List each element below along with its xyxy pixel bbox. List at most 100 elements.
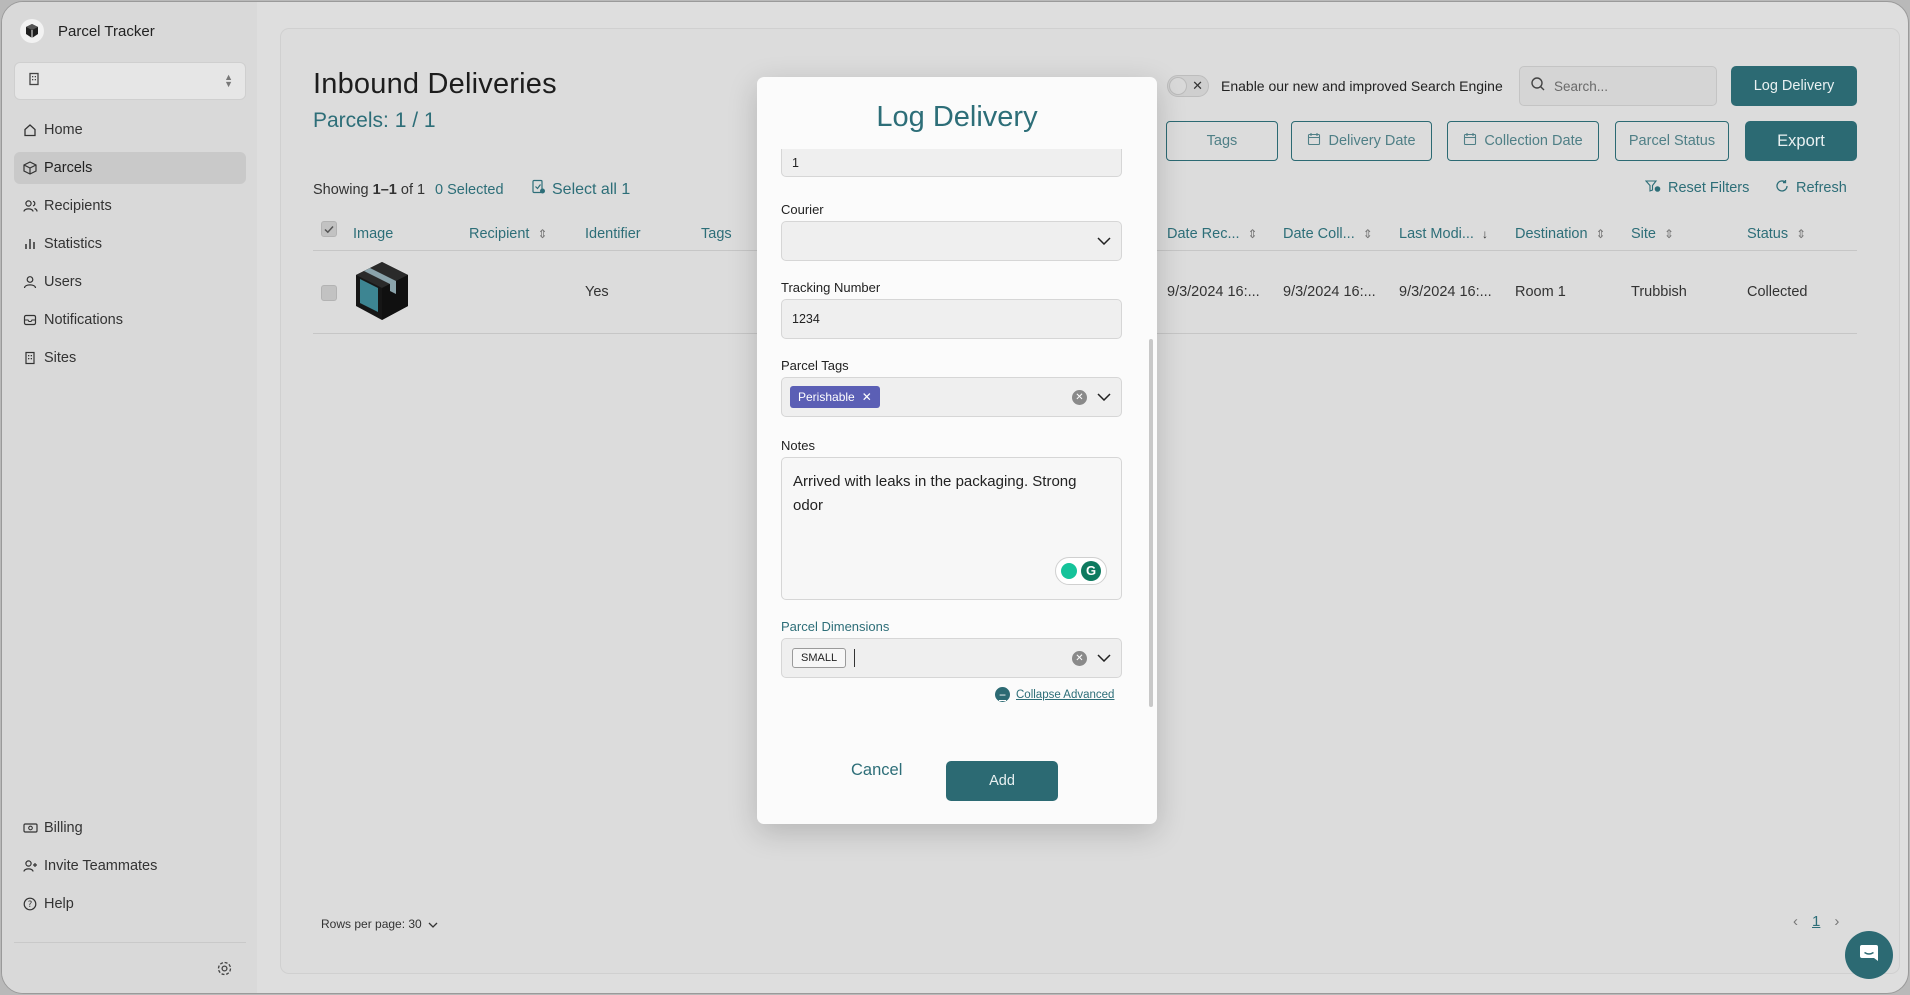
log-delivery-modal: Log Delivery 1 Courier Tracking Number 1… xyxy=(757,77,1157,824)
filter-delivery-date-button[interactable]: Delivery Date xyxy=(1291,121,1432,161)
column-header-destination[interactable]: Destination ⇕ xyxy=(1515,226,1606,242)
column-label: Recipient xyxy=(469,226,530,242)
chevron-down-icon[interactable] xyxy=(1097,651,1111,665)
chevron-down-icon[interactable] xyxy=(1097,234,1111,248)
search-engine-toggle[interactable]: ✕ xyxy=(1167,75,1209,97)
pagination: ‹ 1 › xyxy=(1793,913,1839,930)
grammarly-widget[interactable]: G xyxy=(1055,557,1107,585)
brand[interactable]: Parcel Tracker xyxy=(20,19,155,43)
search-engine-toggle-row: ✕ Enable our new and improved Search Eng… xyxy=(1167,75,1503,97)
search-engine-toggle-label: Enable our new and improved Search Engin… xyxy=(1221,78,1503,94)
row-checkbox[interactable] xyxy=(321,285,337,301)
sidebar-item-label: Statistics xyxy=(44,236,103,252)
text-cursor xyxy=(854,649,856,667)
parcel-tags-select[interactable]: Perishable ✕ ✕ xyxy=(781,377,1122,417)
search-input[interactable] xyxy=(1554,78,1704,94)
sidebar-item-label: Parcels xyxy=(44,160,93,176)
modal-scrollbar[interactable] xyxy=(1149,339,1153,707)
chat-icon xyxy=(1858,942,1880,969)
sidebar-item-help[interactable]: ? Help xyxy=(14,888,246,920)
column-header-tags: Tags xyxy=(701,226,732,242)
clear-icon[interactable]: ✕ xyxy=(1072,650,1087,666)
site-selector[interactable]: ▲ ▼ xyxy=(14,62,246,100)
filter-tags-button[interactable]: Tags xyxy=(1166,121,1278,161)
log-delivery-button[interactable]: Log Delivery xyxy=(1731,66,1857,106)
showing-suffix: of 1 xyxy=(400,182,426,198)
select-all-checkbox[interactable] xyxy=(321,221,337,237)
sidebar-item-label: Notifications xyxy=(44,312,123,328)
parcel-image[interactable] xyxy=(354,260,410,327)
parcel-icon xyxy=(22,160,38,176)
minus-circle-icon: − xyxy=(995,687,1010,702)
grammarly-suggestion-icon xyxy=(1061,563,1077,579)
notes-value: Arrived with leaks in the packaging. Str… xyxy=(793,473,1077,514)
refresh-button[interactable]: Refresh xyxy=(1775,179,1847,197)
collapse-advanced-link[interactable]: − Collapse Advanced xyxy=(995,687,1114,702)
export-button[interactable]: Export xyxy=(1745,121,1857,161)
gear-icon[interactable] xyxy=(216,960,233,982)
filter-delivery-date-label: Delivery Date xyxy=(1328,133,1416,149)
filter-tags-label: Tags xyxy=(1206,133,1238,149)
sidebar-item-invite-teammates[interactable]: Invite Teammates xyxy=(14,850,246,882)
sidebar-item-sites[interactable]: Sites xyxy=(14,342,246,374)
search-box xyxy=(1519,66,1717,106)
sidebar-item-statistics[interactable]: Statistics xyxy=(14,228,246,260)
parcel-count: Parcels: 1 / 1 xyxy=(313,109,436,132)
cell-identifier: Yes xyxy=(585,284,609,300)
sidebar-item-users[interactable]: Users xyxy=(14,266,246,298)
courier-select[interactable] xyxy=(781,221,1122,261)
column-header-site[interactable]: Site ⇕ xyxy=(1631,226,1674,242)
sidebar-item-billing[interactable]: Billing xyxy=(14,812,246,844)
filter-parcel-status-button[interactable]: Parcel Status xyxy=(1615,121,1729,161)
refresh-label: Refresh xyxy=(1796,180,1847,196)
add-button[interactable]: Add xyxy=(946,761,1058,801)
column-header-date-collected[interactable]: Date Coll... ⇕ xyxy=(1283,226,1373,242)
sidebar-item-recipients[interactable]: Recipients xyxy=(14,190,246,222)
tracking-number-field[interactable]: 1234 xyxy=(781,299,1122,339)
sidebar: Parcel Tracker ▲ ▼ Home Parcels Recipient… xyxy=(2,2,257,993)
page-number[interactable]: 1 xyxy=(1812,913,1820,930)
column-header-status[interactable]: Status ⇕ xyxy=(1747,226,1806,242)
showing-prefix: Showing xyxy=(313,182,369,198)
sort-descending-icon: ↓ xyxy=(1481,227,1488,241)
rows-per-page-select[interactable]: Rows per page: 30 xyxy=(321,917,438,931)
sidebar-item-home[interactable]: Home xyxy=(14,114,246,146)
quantity-field[interactable]: 1 xyxy=(781,149,1122,177)
parcel-dimensions-select[interactable]: SMALL ✕ xyxy=(781,638,1122,678)
filter-collection-date-label: Collection Date xyxy=(1484,133,1583,149)
sidebar-nav: Home Parcels Recipients Statistics Users… xyxy=(14,114,246,380)
close-icon: ✕ xyxy=(1192,78,1203,93)
cancel-button[interactable]: Cancel xyxy=(851,761,902,780)
select-all-label: Select all 1 xyxy=(552,180,631,198)
sidebar-item-label: Sites xyxy=(44,350,77,366)
up-down-chevron-icon: ▲ ▼ xyxy=(224,72,233,89)
column-header-recipient[interactable]: Recipient ⇕ xyxy=(469,226,548,242)
chevron-down-icon[interactable] xyxy=(1097,390,1111,404)
select-all-button[interactable]: Select all 1 xyxy=(531,179,630,200)
column-label: Last Modi... xyxy=(1399,226,1474,242)
courier-label: Courier xyxy=(781,202,824,217)
chat-support-button[interactable] xyxy=(1845,931,1893,979)
bar-chart-icon xyxy=(22,236,38,252)
sidebar-item-notifications[interactable]: Notifications xyxy=(14,304,246,336)
page-title: Inbound Deliveries xyxy=(313,68,557,100)
filter-collection-date-button[interactable]: Collection Date xyxy=(1447,121,1599,161)
sidebar-bottom-nav: Billing Invite Teammates ? Help xyxy=(14,812,246,926)
column-header-last-modified[interactable]: Last Modi... ↓ xyxy=(1399,226,1488,242)
svg-text:?: ? xyxy=(28,900,33,910)
chevron-left-icon[interactable]: ‹ xyxy=(1793,913,1798,930)
sidebar-item-label: Help xyxy=(44,896,74,912)
sidebar-item-label: Billing xyxy=(44,820,83,836)
chevron-right-icon[interactable]: › xyxy=(1834,913,1839,930)
notes-textarea[interactable]: Arrived with leaks in the packaging. Str… xyxy=(781,457,1122,600)
column-label: Tags xyxy=(701,226,732,242)
sidebar-item-parcels[interactable]: Parcels xyxy=(14,152,246,184)
parcel-dimensions-label: Parcel Dimensions xyxy=(781,619,890,634)
column-header-date-received[interactable]: Date Rec... ⇕ xyxy=(1167,226,1258,242)
close-icon[interactable]: ✕ xyxy=(862,390,872,404)
invite-icon xyxy=(22,858,38,874)
reset-filters-button[interactable]: Reset Filters xyxy=(1644,179,1749,197)
column-label: Destination xyxy=(1515,226,1588,242)
clear-icon[interactable]: ✕ xyxy=(1072,389,1087,405)
parcel-tags-controls: ✕ xyxy=(1072,389,1111,405)
